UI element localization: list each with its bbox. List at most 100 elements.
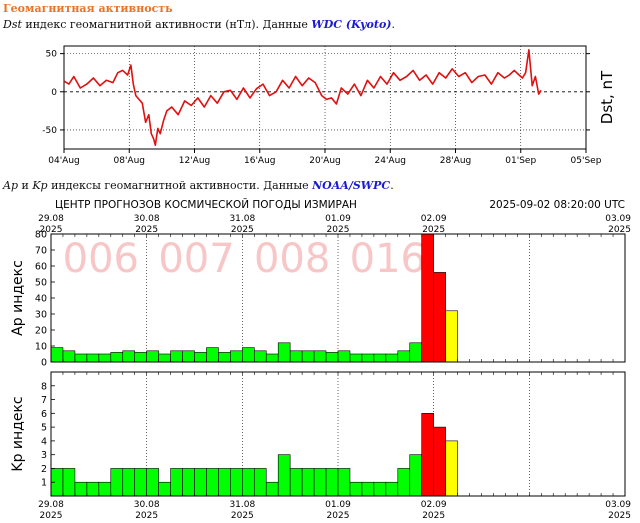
- ap-top-date-label: 03.09: [605, 214, 631, 224]
- dst-y-tick-label: -50: [42, 126, 57, 136]
- ap-bar: [182, 350, 195, 363]
- ap-bar: [253, 350, 267, 363]
- ap-bar: [349, 353, 363, 363]
- ap-bar: [122, 350, 136, 363]
- ap-bar: [206, 347, 219, 363]
- kp-bar: [62, 468, 76, 497]
- ap-watermark-value: 008: [254, 236, 330, 282]
- dst-x-tick-label: 08'Aug: [114, 156, 146, 166]
- kp-bar: [170, 468, 183, 497]
- dst-x-tick-label: 20'Aug: [309, 156, 341, 166]
- kp-y-axis-label: Kp индекс: [10, 396, 26, 471]
- ap-bar: [158, 353, 171, 363]
- kp-bar: [301, 468, 315, 497]
- ap-bar: [421, 233, 434, 363]
- ap-bar: [218, 352, 231, 363]
- kp-y-tick-label: 6: [41, 409, 47, 420]
- kp-bottom-year-label: 2025: [231, 511, 254, 521]
- ap-bar: [313, 350, 327, 363]
- ap-y-tick-label: 10: [35, 342, 47, 353]
- ap-bar: [265, 353, 279, 363]
- ap-y-tick-label: 50: [35, 278, 47, 289]
- kp-bar: [146, 468, 159, 497]
- ap-y-tick-label: 30: [35, 310, 47, 321]
- ap-bar: [50, 347, 64, 363]
- kp-bar: [134, 468, 147, 497]
- kp-bar: [194, 468, 207, 497]
- ap-y-tick-label: 60: [35, 262, 47, 273]
- kp-bottom-year-label: 2025: [422, 511, 445, 521]
- ap-top-year-label: 2025: [422, 225, 445, 235]
- kp-bar: [242, 468, 255, 497]
- ap-y-tick-label: 40: [35, 294, 47, 305]
- kp-plot-frame: [50, 371, 626, 497]
- kp-bottom-date-label: 01.09: [325, 500, 351, 510]
- kp-bottom-date-label: 30.08: [134, 500, 160, 510]
- ap-top-date-label: 30.08: [134, 214, 160, 224]
- kp-plot-bg: [51, 372, 625, 496]
- ap-top-year-label: 2025: [135, 225, 158, 235]
- ap-top-date-label: 01.09: [325, 214, 351, 224]
- ap-bar: [409, 342, 423, 363]
- ap-watermark-value: 006: [63, 236, 139, 282]
- ap-symbol: Ap: [3, 179, 18, 192]
- kp-bar: [421, 413, 434, 497]
- ap-bar: [373, 353, 387, 363]
- ap-y-tick-label: 20: [35, 326, 47, 337]
- kp-bar: [277, 454, 291, 497]
- ap-bar: [194, 352, 207, 363]
- kp-bar: [158, 481, 171, 497]
- ap-y-tick-label: 0: [41, 358, 47, 369]
- dst-x-tick-label: 28'Aug: [440, 156, 472, 166]
- ap-top-date-label: 31.08: [229, 214, 255, 224]
- ap-y-tick-label: 80: [35, 230, 47, 241]
- ap-bar: [74, 353, 88, 363]
- kp-y-tick-label: 4: [41, 436, 47, 447]
- kp-bar: [98, 481, 112, 497]
- kp-bar: [110, 468, 124, 497]
- ap-bar: [433, 272, 446, 363]
- ap-watermark-value: 007: [158, 236, 234, 282]
- ap-kp-caption: Ap и Kp индексы геомагнитной активности.…: [3, 179, 394, 192]
- kp-bottom-date-label: 03.09: [605, 500, 631, 510]
- dst-x-tick-label: 24'Aug: [375, 156, 407, 166]
- ap-bar: [146, 350, 159, 363]
- dst-x-tick-label: 05'Sep: [571, 156, 602, 166]
- kp-bar: [206, 468, 219, 497]
- ap-plot-frame: [50, 233, 626, 363]
- dst-x-tick-label: 12'Aug: [179, 156, 211, 166]
- ap-bar: [337, 350, 351, 363]
- ap-bar: [289, 350, 303, 363]
- dst-y-tick-label: 50: [46, 50, 58, 60]
- kp-symbol: Kp: [32, 179, 48, 192]
- noaa-swpc-link[interactable]: NOAA/SWPC: [312, 179, 390, 192]
- kp-bar: [397, 468, 411, 497]
- ap-bar: [242, 347, 255, 363]
- ap-plot-bg: [51, 234, 625, 362]
- kp-bottom-year-label: 2025: [327, 511, 350, 521]
- ap-caption-end: .: [390, 179, 394, 192]
- kp-bar: [218, 468, 231, 497]
- ap-bar: [134, 352, 147, 363]
- kp-bar: [349, 481, 363, 497]
- ap-top-year-label: 2025: [608, 225, 631, 235]
- kp-bar: [289, 468, 303, 497]
- ap-top-year-label: 2025: [327, 225, 350, 235]
- kp-y-tick-label: 2: [41, 464, 47, 475]
- kp-bar: [182, 468, 195, 497]
- izmiran-title: ЦЕНТР ПРОГНОЗОВ КОСМИЧЕСКОЙ ПОГОДЫ ИЗМИР…: [55, 198, 357, 211]
- ap-top-year-label: 2025: [231, 225, 254, 235]
- ap-watermark-value: 016: [350, 236, 426, 282]
- kp-bar: [325, 468, 339, 497]
- kp-bar: [230, 468, 243, 497]
- kp-bottom-date-label: 29.08: [38, 500, 64, 510]
- ap-top-date-label: 02.09: [421, 214, 447, 224]
- ap-y-axis-label: Ap индекс: [10, 260, 26, 336]
- ap-top-date-label: 29.08: [38, 214, 64, 224]
- ap-bar: [361, 353, 375, 363]
- kp-bottom-year-label: 2025: [40, 511, 63, 521]
- kp-y-tick-label: 3: [41, 450, 47, 461]
- ap-bar: [301, 350, 315, 363]
- kp-y-tick-label: 7: [41, 395, 47, 406]
- ap-y-tick-label: 70: [35, 246, 47, 257]
